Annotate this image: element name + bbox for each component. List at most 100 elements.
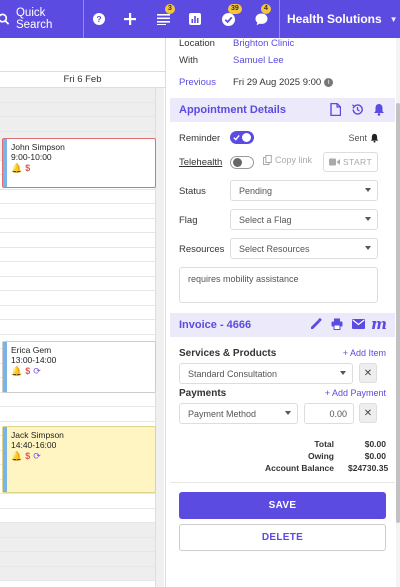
add-item-link[interactable]: + Add Item — [343, 348, 386, 358]
time-slot[interactable] — [0, 233, 155, 248]
quick-search-button[interactable]: Quick Search — [0, 0, 80, 38]
day-header[interactable]: Fri 6 Feb — [0, 72, 165, 88]
remove-service-button[interactable]: ✕ — [359, 363, 377, 383]
time-slot[interactable] — [0, 508, 155, 523]
time-slot[interactable] — [0, 262, 155, 277]
location-link[interactable]: Brighton Clinic — [233, 38, 294, 49]
help-icon: ? — [93, 13, 105, 25]
flag-value: Select a Flag — [239, 214, 292, 225]
copy-link-button[interactable]: Copy link — [263, 155, 312, 165]
payment-amount-input[interactable]: 0.00 — [304, 403, 354, 424]
appointment-card[interactable]: Jack Simpson 14:40-16:00 🔔 $ ⟳ — [2, 426, 156, 493]
time-slot[interactable] — [0, 407, 155, 422]
payment-method-select[interactable]: Payment Method — [179, 403, 298, 424]
organization-name: Health Solutions — [287, 12, 382, 26]
check-icon — [233, 134, 240, 141]
close-icon: ✕ — [363, 367, 373, 379]
appointment-note-field[interactable]: requires mobility assistance — [179, 267, 378, 303]
previous-row: Previous Fri 29 Aug 2025 9:00 i — [179, 77, 334, 88]
status-value: Pending — [239, 185, 273, 196]
owing-value: $0.00 — [364, 451, 386, 461]
chevron-down-icon — [365, 246, 371, 250]
appointment-details-header: Appointment Details — [170, 98, 395, 122]
time-slot[interactable] — [0, 320, 155, 335]
previous-date-text: Fri 29 Aug 2025 9:00 — [233, 77, 322, 88]
time-slot[interactable] — [0, 494, 155, 509]
chevron-down-icon — [285, 411, 291, 415]
search-icon — [0, 13, 10, 25]
check-circle-icon — [221, 12, 235, 26]
time-slot[interactable] — [0, 218, 155, 233]
time-slot[interactable] — [0, 102, 155, 117]
medicare-icon[interactable]: m — [371, 315, 387, 333]
scrollbar-thumb[interactable] — [396, 103, 400, 523]
time-slot[interactable] — [0, 291, 155, 306]
appointment-card[interactable]: Erica Gem 13:00-14:00 🔔 $ ⟳ — [2, 341, 156, 393]
time-slot[interactable] — [0, 523, 155, 538]
info-icon[interactable]: i — [324, 77, 334, 87]
time-slot[interactable] — [0, 392, 155, 407]
email-icon[interactable] — [351, 317, 365, 331]
practitioner-link[interactable]: Samuel Lee — [233, 55, 284, 66]
delete-button[interactable]: DELETE — [179, 524, 386, 551]
flag-select[interactable]: Select a Flag — [230, 209, 378, 230]
add-button[interactable] — [121, 0, 139, 38]
reminder-toggle[interactable] — [230, 131, 254, 144]
location-label: Location — [179, 38, 215, 49]
print-icon[interactable] — [330, 317, 344, 331]
checks-badge: 39 — [228, 4, 242, 14]
copy-icon — [263, 155, 272, 165]
save-button[interactable]: SAVE — [179, 492, 386, 519]
telehealth-toggle[interactable] — [230, 156, 254, 169]
time-slot[interactable] — [0, 247, 155, 262]
reminder-label: Reminder — [179, 133, 221, 144]
status-select[interactable]: Pending — [230, 180, 378, 201]
status-label: Status — [179, 186, 206, 197]
time-slot[interactable] — [0, 305, 155, 320]
previous-date: Fri 29 Aug 2025 9:00 i — [233, 77, 334, 88]
account-balance-label: Account Balance — [265, 463, 334, 473]
chevron-down-icon — [365, 217, 371, 221]
toggle-knob — [242, 133, 251, 142]
appointment-card[interactable]: John Simpson 9:00-10:00 🔔 $ — [2, 138, 156, 188]
history-icon[interactable] — [350, 102, 364, 116]
time-slot[interactable] — [0, 566, 155, 581]
invoice-totals: Total $0.00 Owing $0.00 Account Balance $24… — [265, 439, 388, 475]
plus-icon — [124, 13, 136, 25]
svg-text:?: ? — [96, 14, 101, 24]
time-slot[interactable] — [0, 537, 155, 552]
bell-icon[interactable] — [372, 102, 386, 116]
resources-select[interactable]: Select Resources — [230, 238, 378, 259]
time-slot[interactable] — [0, 276, 155, 291]
panel-footer: SAVE DELETE — [170, 482, 395, 587]
time-slot[interactable] — [0, 552, 155, 567]
organization-menu[interactable]: Health Solutions ▼ — [279, 0, 398, 38]
start-telehealth-button[interactable]: START — [323, 152, 378, 172]
with-row: With Samuel Lee — [179, 55, 284, 66]
dollar-icon: $ — [25, 366, 31, 376]
help-button[interactable]: ? — [90, 0, 108, 38]
edit-icon[interactable] — [309, 317, 323, 331]
time-slot[interactable] — [0, 204, 155, 219]
add-payment-link[interactable]: + Add Payment — [325, 388, 386, 398]
invoice-header: Invoice - 4666 m — [170, 313, 395, 337]
time-slot[interactable] — [0, 117, 155, 132]
chat-icon — [255, 13, 267, 25]
with-label: With — [179, 55, 198, 66]
time-slot[interactable] — [0, 189, 155, 204]
time-slot[interactable] — [0, 88, 155, 103]
repeat-icon: ⟳ — [33, 366, 41, 376]
calendar-scrollbar[interactable] — [155, 88, 164, 587]
service-select[interactable]: Standard Consultation — [179, 363, 353, 384]
invoice-title: Invoice - 4666 — [179, 319, 252, 331]
checks-button[interactable]: 39 — [219, 0, 242, 38]
previous-link[interactable]: Previous — [179, 77, 216, 88]
reports-button[interactable] — [186, 0, 204, 38]
chart-icon — [189, 13, 201, 25]
messages-button[interactable]: 4 — [252, 0, 271, 38]
dollar-icon: $ — [25, 163, 31, 173]
remove-payment-button[interactable]: ✕ — [359, 403, 377, 423]
panel-scrollbar[interactable] — [396, 38, 400, 587]
document-icon[interactable] — [328, 102, 342, 116]
tasks-button[interactable]: 3 — [154, 0, 175, 38]
